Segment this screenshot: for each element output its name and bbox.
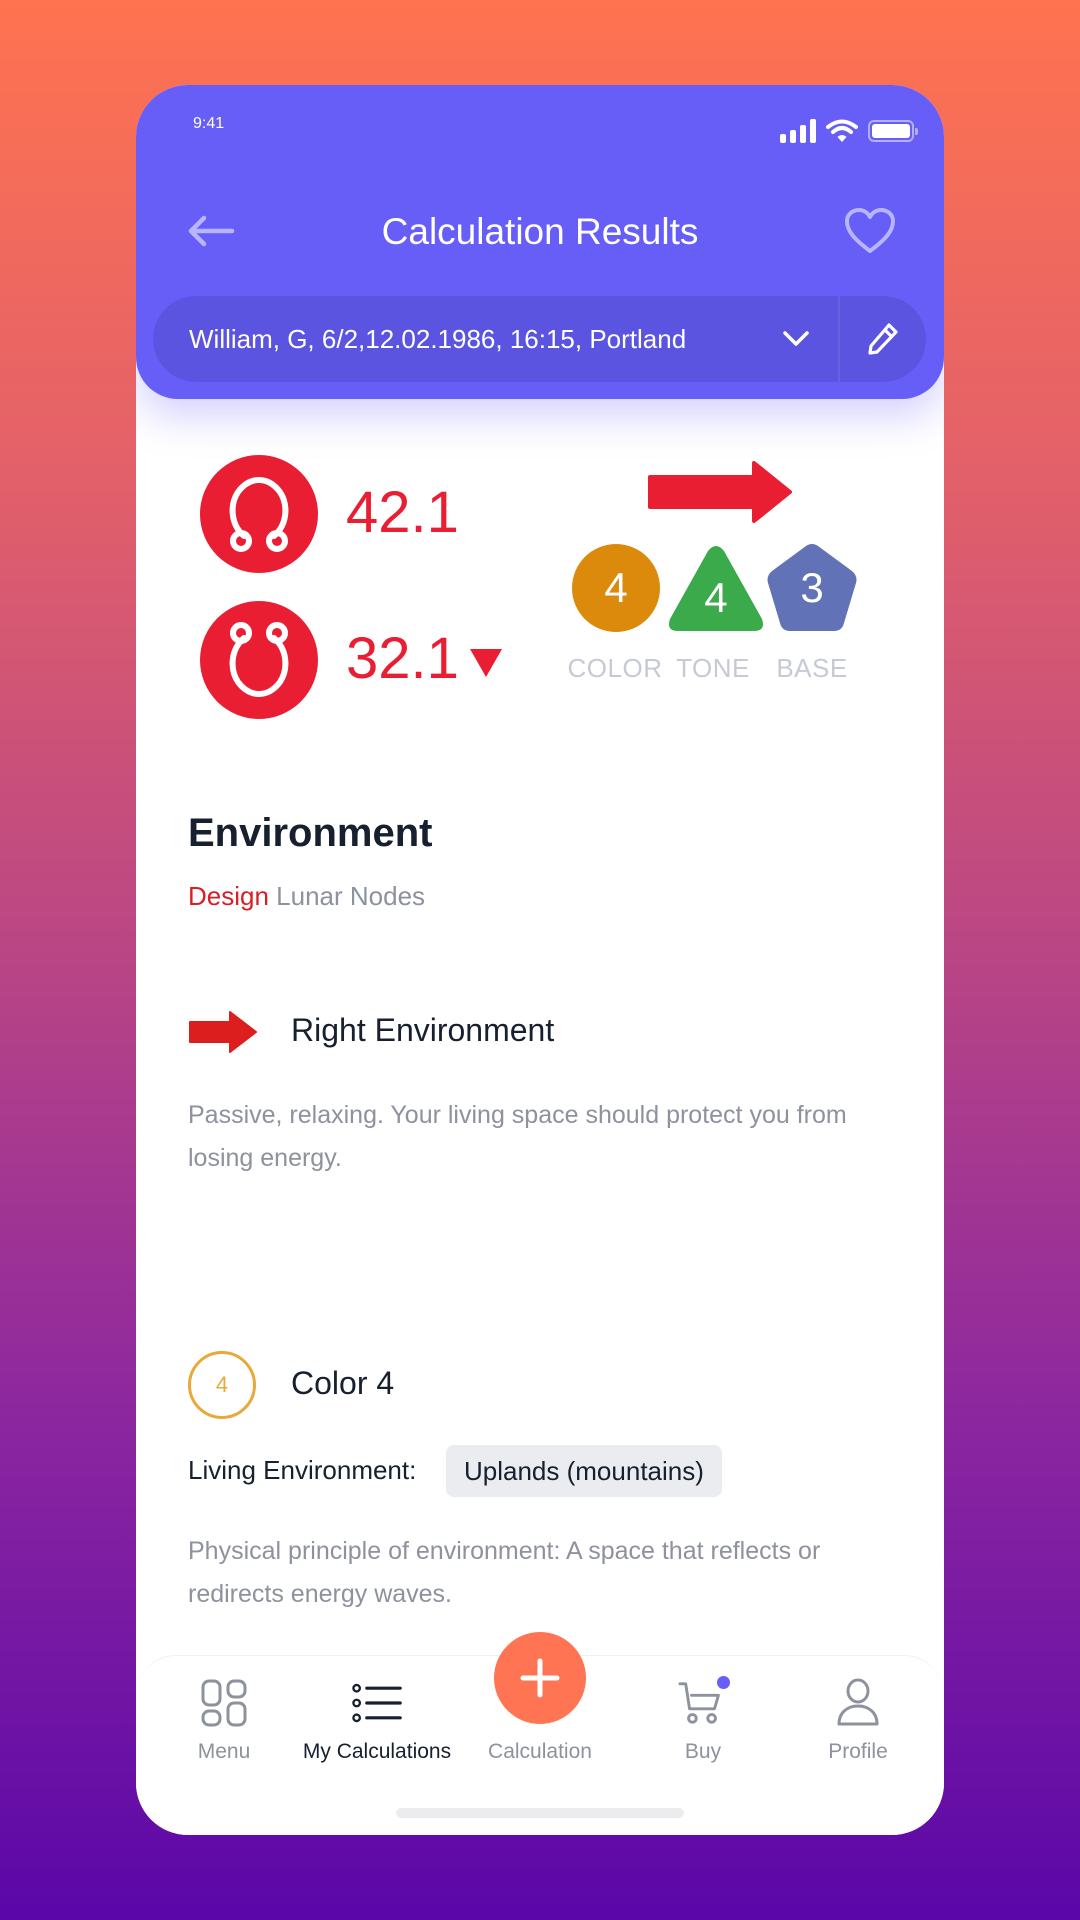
section-subtitle: Design Lunar Nodes (188, 881, 425, 912)
living-environment-label: Living Environment: (188, 1455, 417, 1485)
color-item-description: Physical principle of environment: A spa… (188, 1537, 821, 1608)
living-environment-chip: Uplands (mountains) (446, 1445, 722, 1497)
selector-value[interactable]: William, G, 6/2,12.02.1986, 16:15, Portl… (153, 324, 766, 355)
tab-calculation-label: Calculation (488, 1740, 592, 1763)
subtitle-rest: Lunar Nodes (276, 881, 426, 911)
south-node-icon (229, 622, 289, 697)
tab-profile[interactable]: Profile (778, 1678, 938, 1774)
tab-my-calculations-label: My Calculations (302, 1740, 452, 1763)
color-item-title: Color 4 (291, 1365, 395, 1401)
tab-profile-label: Profile (828, 1740, 888, 1763)
color-label: COLOR (567, 653, 663, 683)
base-value: 3 (800, 564, 824, 611)
phone-screen: 9:41 Calculation Results William, G, 6/2… (136, 85, 944, 1835)
tab-buy-label: Buy (684, 1740, 722, 1763)
color-badge: 4 (570, 543, 662, 633)
color-ring-badge: 4 (188, 1351, 256, 1419)
subtitle-highlight: Design (188, 881, 269, 911)
section-title: Environment (188, 811, 433, 855)
tab-my-calculations[interactable]: My Calculations (297, 1678, 457, 1774)
tab-calculation[interactable]: Calculation (460, 1678, 620, 1774)
home-indicator (396, 1808, 684, 1818)
tone-label: TONE (676, 653, 750, 683)
nav-row: Calculation Results (136, 195, 944, 267)
status-time: 9:41 (193, 115, 225, 132)
favorite-button[interactable] (844, 207, 896, 255)
tab-menu-label: Menu (197, 1740, 251, 1763)
tab-buy[interactable]: Buy (623, 1676, 783, 1774)
app-header: 9:41 Calculation Results William, G, 6/2… (136, 85, 944, 399)
north-node-badge (200, 455, 318, 573)
color-value: 4 (604, 564, 628, 611)
battery-icon (868, 120, 918, 142)
tone-badge: 4 (666, 543, 763, 633)
signal-icon (780, 119, 816, 143)
tone-value: 4 (704, 574, 728, 621)
edit-button[interactable] (840, 296, 926, 382)
base-badge: 3 (766, 543, 858, 633)
page-title: Calculation Results (381, 211, 699, 252)
chevron-down-icon (783, 331, 809, 346)
cart-badge-dot (717, 1676, 730, 1689)
south-node-value: 32.1 (346, 626, 459, 691)
user-icon (837, 1678, 879, 1726)
pencil-icon (868, 323, 898, 355)
arrow-right-icon (648, 461, 792, 523)
down-triangle-icon (470, 649, 502, 677)
wifi-icon (826, 119, 858, 142)
tab-menu[interactable]: Menu (144, 1678, 304, 1774)
selector-dropdown-button[interactable] (766, 296, 826, 382)
right-environment-arrow-icon (189, 1011, 257, 1053)
north-node-value: 42.1 (346, 480, 459, 545)
right-environment-title: Right Environment (291, 1012, 555, 1048)
list-icon (352, 1683, 402, 1723)
profile-selector[interactable]: William, G, 6/2,12.02.1986, 16:15, Portl… (153, 296, 926, 382)
heart-icon (845, 208, 895, 253)
right-environment-description: Passive, relaxing. Your living space sho… (188, 1101, 847, 1172)
north-node-icon (229, 477, 289, 552)
south-node-badge (200, 601, 318, 719)
status-icons (780, 119, 918, 143)
grid-icon (201, 1679, 247, 1727)
base-label: BASE (776, 653, 848, 683)
